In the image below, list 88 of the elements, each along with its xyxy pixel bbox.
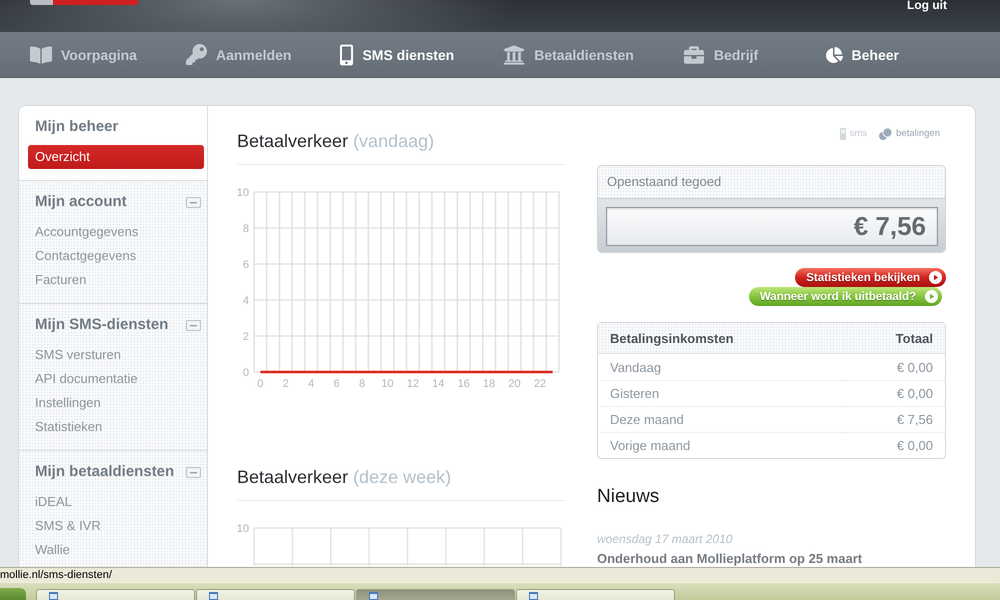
axis-label: 10 <box>237 523 249 535</box>
nav-item[interactable]: Beheer <box>826 46 899 62</box>
axis-label: 6 <box>242 259 249 271</box>
axis-label: 18 <box>482 378 496 390</box>
axis-label: 4 <box>308 378 314 390</box>
sidebar-item[interactable]: SMS & IVR <box>28 514 204 538</box>
axis-label: 8 <box>358 378 366 390</box>
table-cell: Vorige maand <box>598 432 844 458</box>
window-icon <box>529 592 538 600</box>
column-header: Totaal <box>843 323 945 354</box>
sidebar-item[interactable]: Wallie <box>28 538 204 562</box>
legend-toggle[interactable]: sms <box>840 128 868 140</box>
logout-link[interactable]: Log uit <box>907 0 947 11</box>
nav-item[interactable]: Betaaldiensten <box>503 44 634 66</box>
play-icon <box>929 271 942 284</box>
pie-chart-icon <box>826 46 843 62</box>
collapse-icon[interactable] <box>186 466 201 478</box>
sidebar-item[interactable]: Contactgegevens <box>28 244 204 268</box>
section-title: Mijn SMS-diensten <box>35 316 168 334</box>
chart-title: Betaalverkeer <box>237 466 348 489</box>
sidebar-item[interactable]: API documentatie <box>28 367 204 391</box>
coins-icon <box>879 128 892 140</box>
nav-item[interactable]: Voorpagina <box>30 44 137 64</box>
legend-toggle[interactable]: betalingen <box>879 128 940 140</box>
book-icon <box>30 44 52 64</box>
axis-label: 0 <box>257 378 264 390</box>
axis-label: 20 <box>508 378 521 390</box>
nav-item[interactable]: Bedrijf <box>682 44 758 64</box>
axis-label: 0 <box>242 367 249 379</box>
section-title: Mijn betaaldiensten <box>35 463 174 481</box>
balance-field: € 7,56 <box>606 207 938 246</box>
period-label: (vandaag) <box>353 130 434 153</box>
briefcase-icon <box>682 44 705 64</box>
sidebar-item[interactable]: Statistieken <box>28 415 204 439</box>
period-label: (deze week) <box>353 466 452 489</box>
phone-icon <box>840 128 846 140</box>
axis-label: 8 <box>242 223 249 235</box>
window-icon <box>209 592 218 600</box>
action-button[interactable]: Statistieken bekijken <box>795 268 946 287</box>
section-title: Mijn account <box>35 193 127 211</box>
bank-icon <box>503 44 526 66</box>
window-icon <box>369 592 378 600</box>
axis-label: 6 <box>334 378 340 390</box>
nav-item[interactable]: Aanmelden <box>186 44 292 65</box>
sidebar-item[interactable]: Accountgegevens <box>28 220 204 244</box>
axis-label: 12 <box>406 378 419 390</box>
sidebar-item[interactable]: Facturen <box>28 268 204 292</box>
collapse-icon[interactable] <box>186 196 201 208</box>
chart-title: Betaalverkeer <box>237 130 348 153</box>
section-title: Mijn beheer <box>35 118 118 136</box>
axis-label: 22 <box>534 378 546 390</box>
table-cell-text: Vandaag <box>609 358 662 377</box>
table-cell: Deze maand <box>598 406 844 432</box>
taskbar-button[interactable] <box>196 589 355 600</box>
axis-label: 16 <box>458 378 470 390</box>
phone-icon <box>340 44 354 66</box>
sidebar-item[interactable]: SMS versturen <box>28 343 204 367</box>
axis-label: 4 <box>242 295 249 307</box>
table-cell: € 0,00 <box>843 432 945 458</box>
sidebar-item[interactable]: Instellingen <box>28 391 204 415</box>
table-cell: Gisteren <box>598 380 844 406</box>
axis-label: 2 <box>242 331 249 343</box>
action-button[interactable]: Wanneer word ik uitbetaald? <box>748 287 942 306</box>
news-link[interactable]: Onderhoud aan Mollieplatform op 25 maart <box>597 551 946 567</box>
balance-label: Openstaand tegoed <box>598 166 945 198</box>
play-icon <box>925 290 938 303</box>
logo-icon[interactable] <box>30 0 138 5</box>
axis-label: 10 <box>237 187 249 199</box>
status-text: mollie.nl/sms-diensten/ <box>0 568 112 582</box>
sidebar-item[interactable]: Overzicht <box>28 145 204 169</box>
table-cell: € 0,00 <box>843 380 945 406</box>
collapse-icon[interactable] <box>186 320 201 330</box>
taskbar-button[interactable] <box>516 589 675 600</box>
table-cell: € 7,56 <box>843 406 945 432</box>
column-header: Betalingsinkomsten <box>598 323 844 354</box>
window-icon <box>49 592 58 600</box>
table-cell-text: € 0,00 <box>896 358 934 376</box>
news-date: woensdag 17 maart 2010 <box>597 531 734 547</box>
key-icon <box>186 44 207 65</box>
sidebar-item[interactable]: iDEAL <box>28 490 204 514</box>
start-button[interactable] <box>0 588 26 600</box>
axis-label: 14 <box>432 378 444 390</box>
nav-item[interactable]: SMS diensten <box>340 44 454 66</box>
axis-label: 10 <box>381 378 394 390</box>
taskbar-button[interactable] <box>356 589 515 600</box>
axis-label: 2 <box>282 378 289 390</box>
news-heading: Nieuws <box>597 485 660 509</box>
taskbar-button[interactable] <box>36 589 195 600</box>
